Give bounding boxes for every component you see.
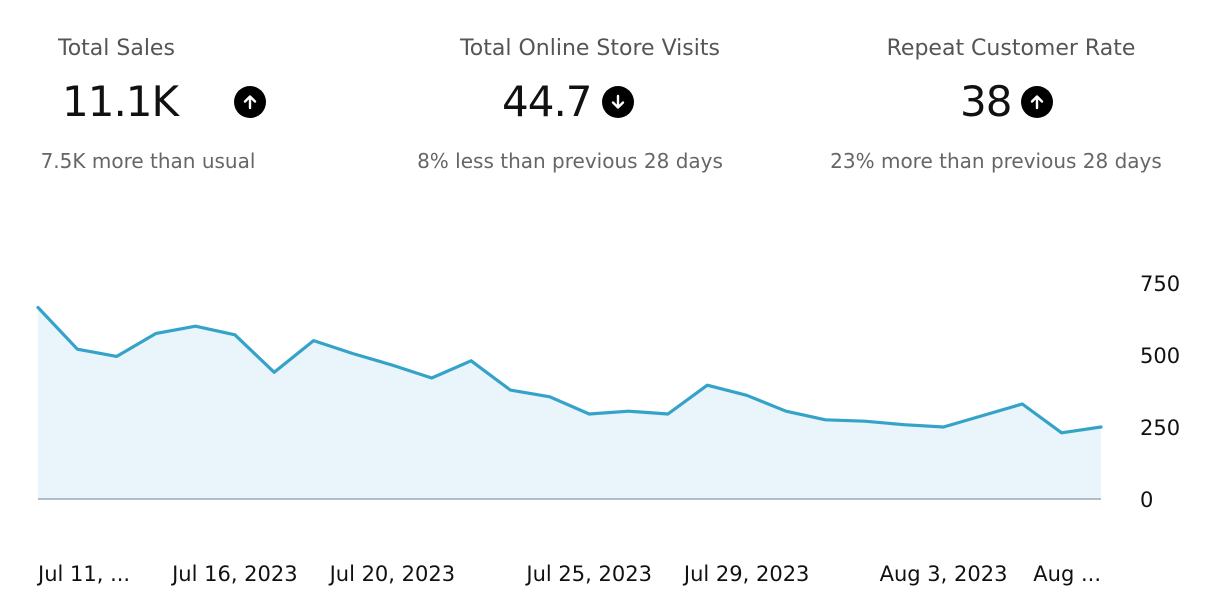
area-fill <box>38 307 1101 499</box>
y-tick-label: 0 <box>1140 488 1153 512</box>
x-tick-label: Jul 29, 2023 <box>682 562 810 586</box>
y-tick-label: 250 <box>1140 416 1180 440</box>
x-tick-label: Aug ... <box>1033 562 1101 586</box>
y-tick-label: 500 <box>1140 344 1180 368</box>
x-tick-label: Jul 16, 2023 <box>170 562 298 586</box>
area-chart: 750 500 250 0 Jul 11, ... Jul 16, 2023 Jul 20,… <box>36 272 1180 586</box>
x-tick-label: Jul 25, 2023 <box>524 562 652 586</box>
x-tick-label: Jul 20, 2023 <box>328 562 456 586</box>
x-tick-label: Jul 11, ... <box>36 562 130 586</box>
y-tick-label: 750 <box>1140 272 1180 296</box>
x-tick-label: Aug 3, 2023 <box>880 562 1008 586</box>
